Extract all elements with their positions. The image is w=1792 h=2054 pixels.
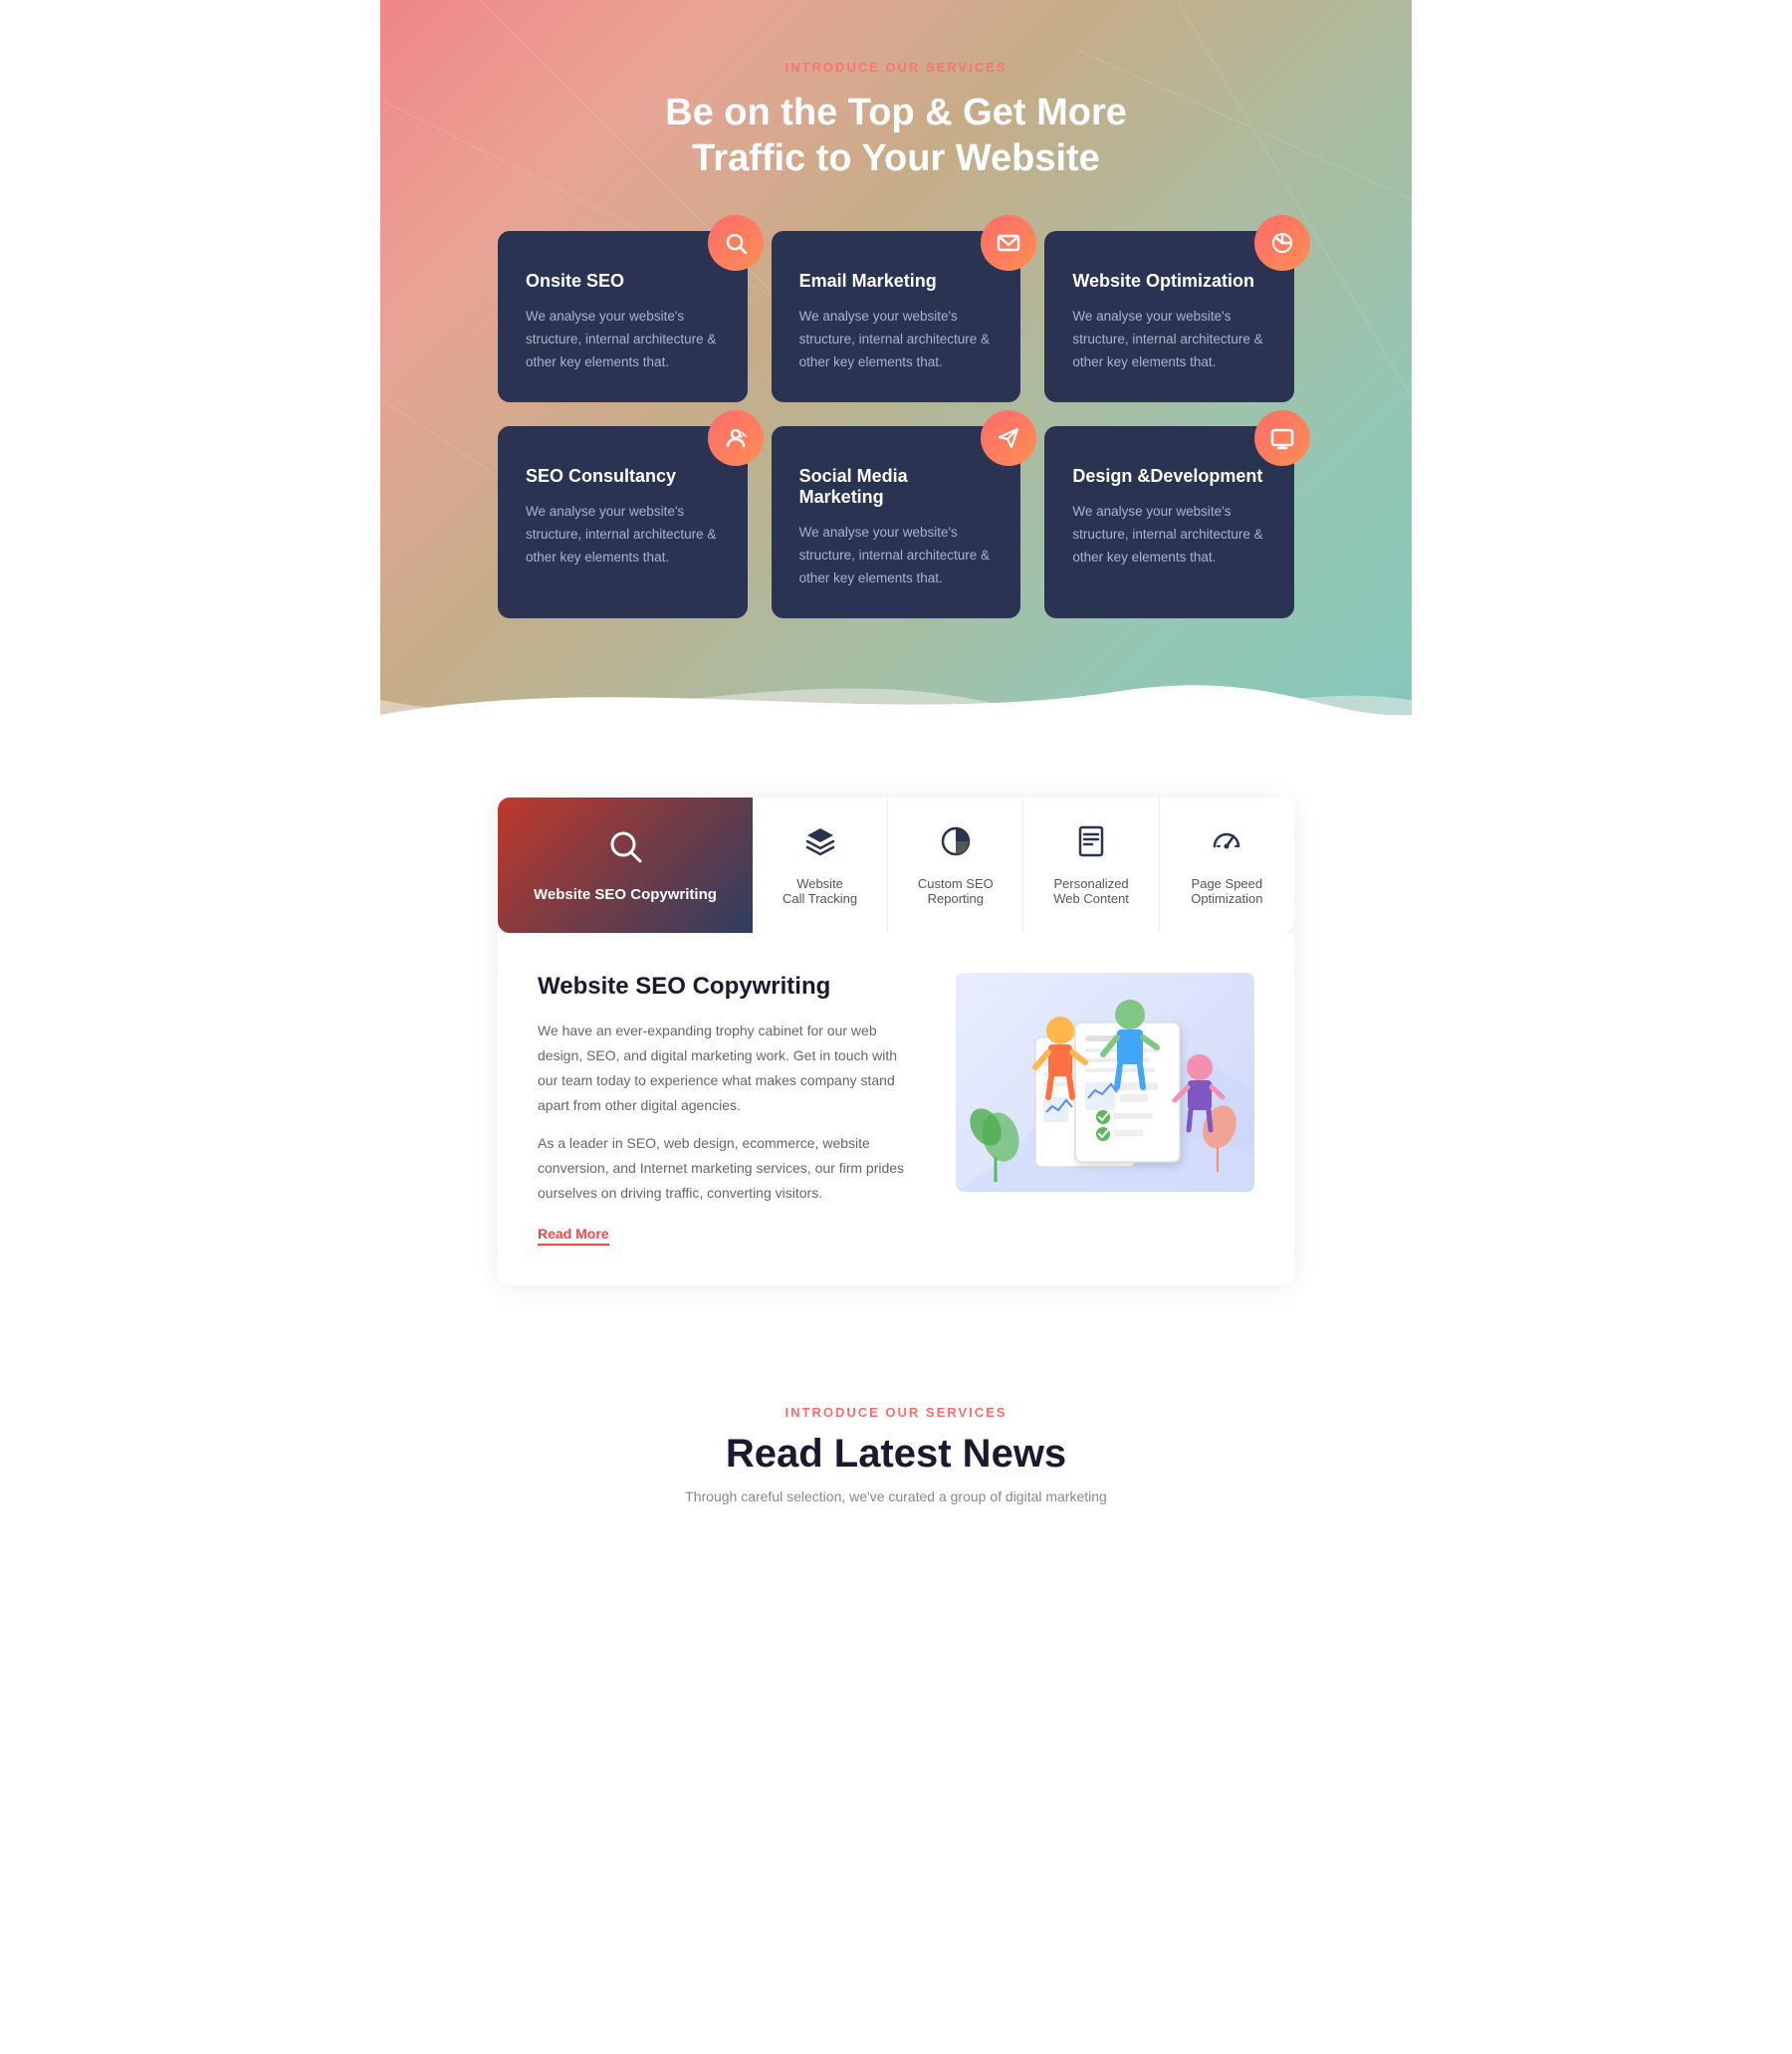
tab-label: Custom SEOReporting bbox=[918, 876, 994, 906]
service-card-desc: We analyse your website's structure, int… bbox=[1072, 306, 1266, 374]
service-card-email-marketing[interactable]: Email Marketing We analyse your website'… bbox=[772, 231, 1021, 402]
tab-custom-seo-reporting[interactable]: Custom SEOReporting bbox=[888, 798, 1023, 933]
content-card: Website SEO Copywriting We have an ever-… bbox=[498, 933, 1294, 1285]
content-illustration bbox=[956, 973, 1254, 1192]
onsite-seo-icon bbox=[708, 215, 764, 271]
tab-website-seo-copywriting[interactable]: Website SEO Copywriting bbox=[498, 798, 753, 933]
service-card-design-dev[interactable]: Design &Development We analyse your webs… bbox=[1044, 426, 1294, 618]
content-title: Website SEO Copywriting bbox=[538, 973, 916, 1001]
service-card-title: Design &Development bbox=[1072, 466, 1266, 487]
service-card-title: SEO Consultancy bbox=[526, 466, 720, 487]
features-tabs: Website SEO Copywriting WebsiteCall Trac… bbox=[498, 798, 1294, 933]
services-section: INTRODUCE OUR SERVICES Be on the Top & G… bbox=[380, 0, 1412, 738]
tab-label: PersonalizedWeb Content bbox=[1053, 876, 1129, 906]
service-card-title: Onsite SEO bbox=[526, 271, 720, 292]
tab-page-speed-optimization[interactable]: Page SpeedOptimization bbox=[1160, 798, 1294, 933]
services-title: Be on the Top & Get More Traffic to Your… bbox=[380, 91, 1412, 181]
services-grid: Onsite SEO We analyse your website's str… bbox=[458, 231, 1334, 618]
service-card-desc: We analyse your website's structure, int… bbox=[799, 306, 994, 374]
search-icon bbox=[606, 827, 644, 874]
tab-website-call-tracking[interactable]: WebsiteCall Tracking bbox=[753, 798, 888, 933]
service-card-title: Social Media Marketing bbox=[799, 466, 994, 508]
service-card-desc: We analyse your website's structure, int… bbox=[526, 501, 720, 570]
content-desc-2: As a leader in SEO, web design, ecommerc… bbox=[538, 1131, 916, 1207]
service-card-seo-consultancy[interactable]: SEO Consultancy We analyse your website'… bbox=[498, 426, 748, 618]
service-card-social-media[interactable]: Social Media Marketing We analyse your w… bbox=[772, 426, 1021, 618]
service-card-onsite-seo[interactable]: Onsite SEO We analyse your website's str… bbox=[498, 231, 748, 402]
seo-consultancy-icon bbox=[708, 410, 764, 466]
speedometer-icon bbox=[1210, 824, 1243, 866]
news-desc: Through careful selection, we've curated… bbox=[420, 1488, 1372, 1504]
service-card-title: Email Marketing bbox=[799, 271, 994, 292]
pie-chart-icon bbox=[939, 824, 973, 866]
service-card-desc: We analyse your website's structure, int… bbox=[799, 522, 994, 590]
tab-personalized-web-content[interactable]: PersonalizedWeb Content bbox=[1023, 798, 1159, 933]
design-dev-icon bbox=[1254, 410, 1310, 466]
read-more-link[interactable]: Read More bbox=[538, 1226, 609, 1246]
service-card-title: Website Optimization bbox=[1072, 271, 1266, 292]
tab-label-active: Website SEO Copywriting bbox=[534, 886, 717, 903]
news-title: Read Latest News bbox=[420, 1432, 1372, 1477]
content-text-block: Website SEO Copywriting We have an ever-… bbox=[538, 973, 916, 1246]
news-section: INTRODUCE OUR SERVICES Read Latest News … bbox=[380, 1345, 1412, 1544]
email-marketing-icon bbox=[981, 215, 1036, 271]
service-card-desc: We analyse your website's structure, int… bbox=[526, 306, 720, 374]
service-card-desc: We analyse your website's structure, int… bbox=[1072, 501, 1266, 570]
news-subtitle: INTRODUCE OUR SERVICES bbox=[420, 1405, 1372, 1420]
document-icon bbox=[1074, 824, 1108, 866]
tab-label: WebsiteCall Tracking bbox=[783, 876, 857, 906]
layers-icon bbox=[803, 824, 837, 866]
service-card-website-optimization[interactable]: Website Optimization We analyse your web… bbox=[1044, 231, 1294, 402]
content-desc-1: We have an ever-expanding trophy cabinet… bbox=[538, 1019, 916, 1119]
services-subtitle: INTRODUCE OUR SERVICES bbox=[380, 60, 1412, 75]
social-media-icon bbox=[981, 410, 1036, 466]
tab-label: Page SpeedOptimization bbox=[1191, 876, 1262, 906]
features-section: Website SEO Copywriting WebsiteCall Trac… bbox=[380, 738, 1412, 1285]
website-optimization-icon bbox=[1254, 215, 1310, 271]
